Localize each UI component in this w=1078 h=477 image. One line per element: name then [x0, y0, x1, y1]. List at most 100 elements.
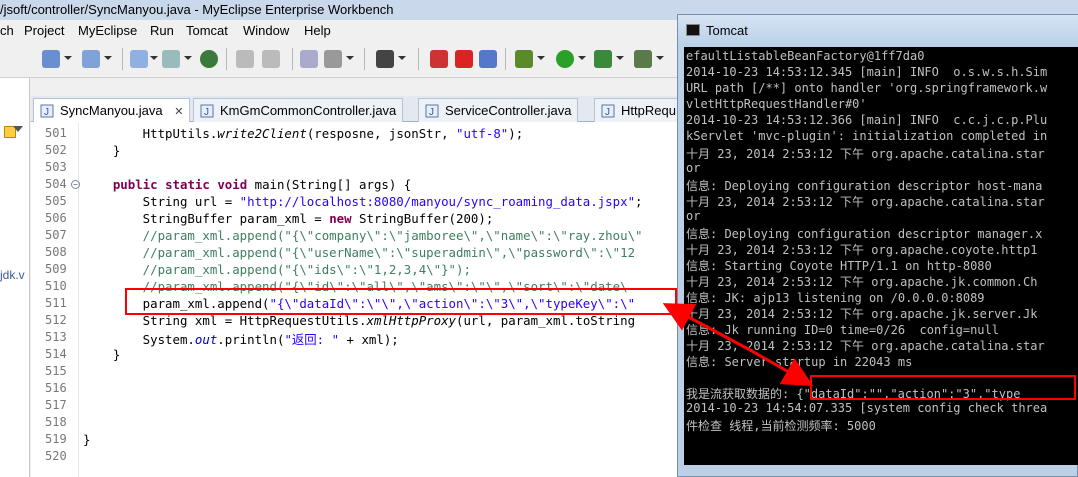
code-line[interactable]: String url = "http://localhost:8080/many… [83, 194, 643, 209]
line-number: 511 [45, 296, 67, 310]
code-line[interactable]: //param_xml.append("{\"company\":\"jambo… [83, 228, 643, 243]
console-line: 十月 23, 2014 2:53:12 下午 org.apache.catali… [686, 339, 1045, 353]
code-line[interactable]: } [83, 347, 120, 362]
debug-bug-icon[interactable] [515, 50, 533, 68]
chevron-down-icon[interactable] [656, 56, 664, 60]
debug-icon[interactable] [130, 50, 148, 68]
java-file-icon: J [425, 104, 439, 118]
tab-label: SyncManyou.java [60, 103, 163, 118]
console-line: vletHttpRequestHandler#0' [686, 97, 867, 111]
highlight-box-console [810, 375, 1076, 400]
server-icon[interactable] [162, 50, 180, 68]
line-number: 520 [45, 449, 67, 463]
deploy-icon[interactable] [236, 50, 254, 68]
settings-icon[interactable] [324, 50, 342, 68]
globe-icon[interactable] [200, 50, 218, 68]
open-type-icon[interactable] [82, 50, 100, 68]
console-output[interactable]: efaultListableBeanFactory@1ff7da0 2014-10… [684, 47, 1078, 465]
chevron-down-icon[interactable] [64, 56, 72, 60]
tab-label: ServiceController.java [445, 103, 572, 118]
console-line: URL path [/**] onto handler 'org.springf… [686, 81, 1048, 95]
console-line: 2014-10-23 14:53:12.345 [main] INFO o.s.… [686, 65, 1048, 79]
line-number: 507 [45, 228, 67, 242]
java-file-icon: J [40, 104, 54, 118]
svg-text:J: J [44, 107, 49, 118]
menu-tomcat[interactable]: Tomcat [186, 23, 228, 38]
code-line[interactable]: String xml = HttpRequestUtils.xmlHttpPro… [83, 313, 635, 328]
code-line[interactable]: public static void main(String[] args) { [83, 177, 411, 192]
console-line: 信息: Deploying configuration descriptor h… [686, 179, 1043, 193]
console-icon [686, 24, 700, 36]
toolbar-separator [418, 48, 419, 70]
camera-icon[interactable] [376, 50, 394, 68]
tab-servicecontroller[interactable]: J ServiceController.java [418, 98, 579, 122]
code-line[interactable]: System.out.println("返回: " + xml); [83, 330, 399, 348]
console-line: 2014-10-23 14:53:12.366 [main] INFO c.c.… [686, 113, 1048, 127]
chevron-down-icon[interactable] [537, 56, 545, 60]
new-wizard-icon[interactable] [42, 50, 60, 68]
console-line: efaultListableBeanFactory@1ff7da0 [686, 49, 925, 63]
build-icon[interactable] [262, 50, 280, 68]
console-line: 信息: Starting Coyote HTTP/1.1 on http-808… [686, 259, 992, 273]
run-icon[interactable] [556, 50, 574, 68]
chevron-down-icon[interactable] [104, 56, 112, 60]
tomcat-title: Tomcat [706, 23, 748, 38]
code-line[interactable]: //param_xml.append("{\"ids\":\"1,2,3,4\"… [83, 262, 471, 277]
line-number: 515 [45, 364, 67, 378]
code-line[interactable]: StringBuffer param_xml = new StringBuffe… [83, 211, 494, 226]
toolbar-separator [226, 48, 227, 70]
table-icon[interactable] [300, 50, 318, 68]
line-number: 514 [45, 347, 67, 361]
line-number: 505 [45, 194, 67, 208]
chevron-down-icon[interactable] [150, 56, 158, 60]
line-number: 513 [45, 330, 67, 344]
console-line: 十月 23, 2014 2:53:12 下午 org.apache.jk.ser… [686, 307, 1038, 321]
line-number: 501 [45, 126, 67, 140]
tab-httprequ[interactable]: J HttpRequ [594, 98, 683, 122]
console-line: 信息: Server startup in 22043 ms [686, 355, 913, 369]
chevron-down-icon[interactable] [616, 56, 624, 60]
close-icon[interactable]: ✕ [174, 106, 183, 118]
tomcat-stop-icon[interactable] [455, 50, 473, 68]
java-file-icon: J [601, 104, 615, 118]
menu-help[interactable]: Help [304, 23, 331, 38]
line-number: 503 [45, 160, 67, 174]
tab-label: HttpRequ [621, 103, 676, 118]
menu-window[interactable]: Window [243, 23, 289, 38]
menu-project[interactable]: Project [24, 23, 64, 38]
console-line: or [686, 161, 701, 175]
tab-kmgmcommoncontroller[interactable]: J KmGmCommonController.java [193, 98, 404, 122]
chevron-down-icon[interactable] [398, 56, 406, 60]
menu-myeclipse[interactable]: MyEclipse [78, 23, 137, 38]
menu-search[interactable]: ch [0, 23, 14, 38]
toolbar-separator [505, 48, 506, 70]
chevron-down-icon[interactable] [346, 56, 354, 60]
code-line[interactable]: //param_xml.append("{\"userName\":\"supe… [83, 245, 635, 260]
jdk-label[interactable]: jdk.v [0, 268, 25, 282]
svg-text:J: J [204, 107, 209, 118]
line-number: 516 [45, 381, 67, 395]
tomcat-restart-icon[interactable] [479, 50, 497, 68]
console-line: 十月 23, 2014 2:53:12 下午 org.apache.coyote… [686, 243, 1038, 257]
fold-toggle-icon[interactable]: − [71, 180, 80, 189]
console-line: 十月 23, 2014 2:53:12 下午 org.apache.catali… [686, 195, 1045, 209]
toolbar-separator [292, 48, 293, 70]
chevron-down-icon[interactable] [184, 56, 192, 60]
svg-text:J: J [605, 107, 610, 118]
menu-run[interactable]: Run [150, 23, 174, 38]
code-line[interactable]: HttpUtils.write2Client(resposne, jsonStr… [83, 126, 523, 141]
run-external-icon[interactable] [594, 50, 612, 68]
line-number: 508 [45, 245, 67, 259]
profile-icon[interactable] [634, 50, 652, 68]
tomcat-start-icon[interactable] [430, 50, 448, 68]
console-line: 十月 23, 2014 2:53:12 下午 org.apache.catali… [686, 147, 1045, 161]
line-number: 502 [45, 143, 67, 157]
tab-syncmanyou[interactable]: J SyncManyou.java ✕ [33, 98, 191, 123]
chevron-down-icon[interactable] [13, 126, 23, 132]
highlight-box-code [125, 288, 677, 315]
svg-text:J: J [429, 107, 434, 118]
code-line[interactable]: } [83, 432, 90, 447]
chevron-down-icon[interactable] [578, 56, 586, 60]
line-number: 512 [45, 313, 67, 327]
code-line[interactable]: } [83, 143, 120, 158]
